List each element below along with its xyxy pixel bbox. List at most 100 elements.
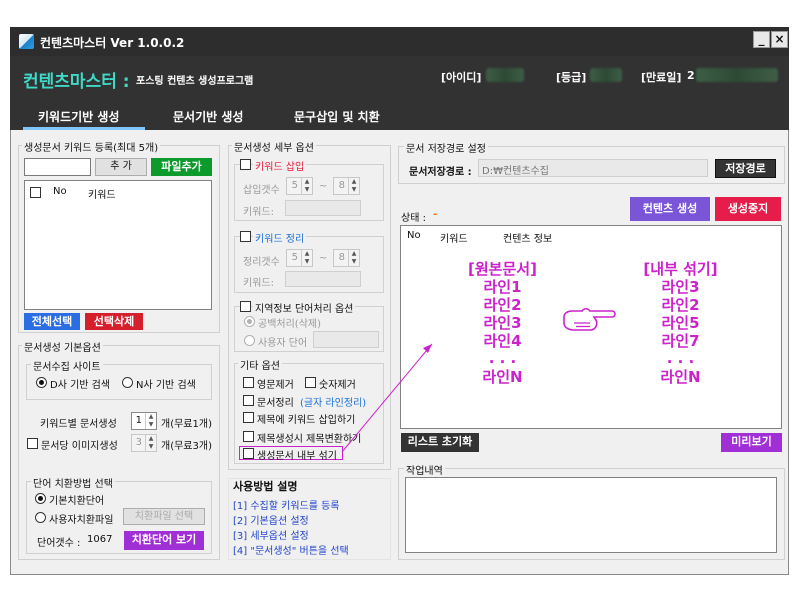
minimize-button[interactable]: _ [753, 31, 770, 48]
insert-keyword-title-checkbox[interactable] [243, 412, 254, 423]
keyword-insert-checkbox[interactable] [240, 159, 251, 170]
keyword-cleanup-label: 키워드 정리 [253, 230, 307, 245]
doc-cleanup-checkbox[interactable] [243, 395, 254, 406]
shuffle-inside-checkbox[interactable] [243, 448, 254, 459]
cleanup-keyword-input[interactable] [285, 271, 361, 287]
cleanup-keyword-label: 키워드: [243, 278, 274, 289]
stepper-arrows-icon[interactable]: ▲ ▼ [145, 413, 156, 429]
stepper-arrows-icon[interactable]: ▲ ▼ [145, 435, 156, 451]
add-file-button[interactable]: 파일추가 [151, 158, 212, 176]
expire-label: [만료일] [641, 71, 682, 84]
title-bar: 컨텐츠마스터 Ver 1.0.0.2 _ × [10, 27, 789, 56]
region-user-radio[interactable] [244, 335, 255, 346]
create-content-button[interactable]: 컨텐츠 생성 [630, 197, 710, 221]
expire-value-redacted [696, 68, 778, 82]
replace-default-label: 기본치환단어 [49, 496, 105, 507]
site-n-radio[interactable] [122, 377, 133, 388]
preview-button[interactable]: 미리보기 [721, 433, 782, 452]
remove-english-checkbox[interactable] [243, 377, 254, 388]
region-option-label: 지역정보 단어처리 옵션 [253, 300, 356, 315]
site-d-radio[interactable] [36, 377, 47, 388]
replace-user-label: 사용자치환파일 [49, 515, 114, 526]
etc-options-title: 기타 옵션 [238, 357, 282, 372]
usage-step-3: [3] 세부옵션 설정 [233, 531, 309, 542]
remove-numbers-checkbox[interactable] [305, 377, 316, 388]
pointing-hand-icon [563, 307, 616, 331]
expire-prefix: 2 [687, 69, 695, 82]
insert-min-value: 5 [291, 180, 298, 191]
save-path-button[interactable]: 저장경로 [715, 159, 776, 178]
keyword-list-select-all-checkbox[interactable] [30, 187, 41, 198]
active-tab-indicator [23, 127, 145, 130]
stop-button[interactable]: 생성중지 [715, 197, 781, 221]
insert-max-value: 8 [338, 180, 345, 191]
images-checkbox[interactable] [27, 438, 38, 449]
stepper-arrows-icon[interactable]: ▲ ▼ [301, 178, 312, 194]
per-keyword-unit: 개(무료1개) [161, 419, 212, 430]
log-title: 작업내역 [404, 462, 445, 477]
replace-group-title: 단어 치환방법 선택 [31, 475, 115, 490]
replace-default-radio[interactable] [35, 493, 46, 504]
cleanup-max-stepper[interactable]: 8 ▲ ▼ [333, 249, 360, 267]
region-blank-label: 공백처리(삭제) [258, 319, 322, 330]
log-textarea[interactable] [405, 477, 777, 553]
cleanup-min-value: 5 [291, 252, 298, 263]
stepper-arrows-icon[interactable]: ▲ ▼ [348, 250, 359, 266]
stepper-arrows-icon[interactable]: ▲ ▼ [348, 178, 359, 194]
insert-keyword-label: 키워드: [243, 207, 274, 218]
cleanup-tilde: ~ [319, 253, 328, 264]
images-unit: 개(무료3개) [161, 441, 212, 452]
id-label: [아이디] [441, 71, 482, 84]
close-button[interactable]: × [771, 31, 788, 48]
select-all-button[interactable]: 전체선택 [24, 313, 80, 330]
region-option-checkbox[interactable] [240, 301, 251, 312]
keyword-list[interactable]: No 키워드 [24, 180, 212, 310]
result-col-info: 컨텐츠 정보 [503, 234, 553, 245]
site-n-label: N사 기반 검색 [136, 380, 196, 391]
site-d-label: D사 기반 검색 [50, 380, 111, 391]
tab-document-generate[interactable]: 문서기반 생성 [173, 108, 243, 125]
images-value: 3 [135, 437, 142, 448]
site-group-title: 문서수집 사이트 [31, 358, 103, 373]
images-stepper[interactable]: 3 ▲ ▼ [131, 434, 157, 452]
insert-keyword-input[interactable] [285, 200, 361, 216]
tab-keyword-generate[interactable]: 키워드기반 생성 [38, 108, 119, 125]
add-keyword-button[interactable]: 추 가 [95, 158, 147, 176]
grade-value-redacted [590, 68, 622, 82]
stepper-arrows-icon[interactable]: ▲ ▼ [301, 250, 312, 266]
keyword-cleanup-checkbox[interactable] [240, 231, 251, 242]
replace-file-button[interactable]: 치환파일 선택 [123, 508, 205, 525]
delete-selected-button[interactable]: 선택삭제 [85, 313, 143, 330]
grade-label: [등급] [556, 71, 587, 84]
save-path-title: 문서 저장경로 설정 [404, 140, 488, 155]
view-words-button[interactable]: 치환단어 보기 [124, 531, 204, 550]
region-blank-radio[interactable] [244, 316, 255, 327]
insert-max-stepper[interactable]: 8 ▲ ▼ [333, 177, 360, 195]
save-path-input[interactable]: D:₩컨텐츠수집 [478, 159, 708, 177]
illustration-right-line: 라인7 [661, 332, 700, 350]
cleanup-count-label: 정리갯수 [243, 257, 280, 268]
result-col-keyword: 키워드 [440, 234, 468, 245]
status-value: - [433, 209, 438, 220]
keyword-col-keyword: 키워드 [88, 190, 116, 201]
cleanup-max-value: 8 [338, 252, 345, 263]
per-keyword-value: 1 [135, 415, 142, 426]
per-keyword-stepper[interactable]: 1 ▲ ▼ [131, 412, 157, 430]
illustration-right-dots: . . . [666, 349, 695, 367]
replace-user-radio[interactable] [35, 512, 46, 523]
cleanup-min-stepper[interactable]: 5 ▲ ▼ [286, 249, 313, 267]
insert-min-stepper[interactable]: 5 ▲ ▼ [286, 177, 313, 195]
insert-count-label: 삽입갯수 [243, 185, 280, 196]
illustration-left-dots: . . . [488, 349, 517, 367]
doc-cleanup-label: 문서정리 [257, 398, 294, 409]
id-value-redacted [486, 68, 524, 82]
result-col-no: No [407, 230, 421, 241]
app-logo-icon [19, 34, 34, 49]
reset-list-button[interactable]: 리스트 초기화 [401, 433, 479, 452]
status-label: 상태 : [401, 213, 426, 224]
tab-phrase-insert-replace[interactable]: 문구삽입 및 치환 [294, 108, 380, 125]
main-tabs: 키워드기반 생성 문서기반 생성 문구삽입 및 치환 [10, 102, 789, 130]
convert-title-checkbox[interactable] [243, 431, 254, 442]
keyword-input[interactable] [24, 158, 91, 176]
app-subtitle: 포스팅 컨텐츠 생성프로그램 [136, 76, 254, 87]
